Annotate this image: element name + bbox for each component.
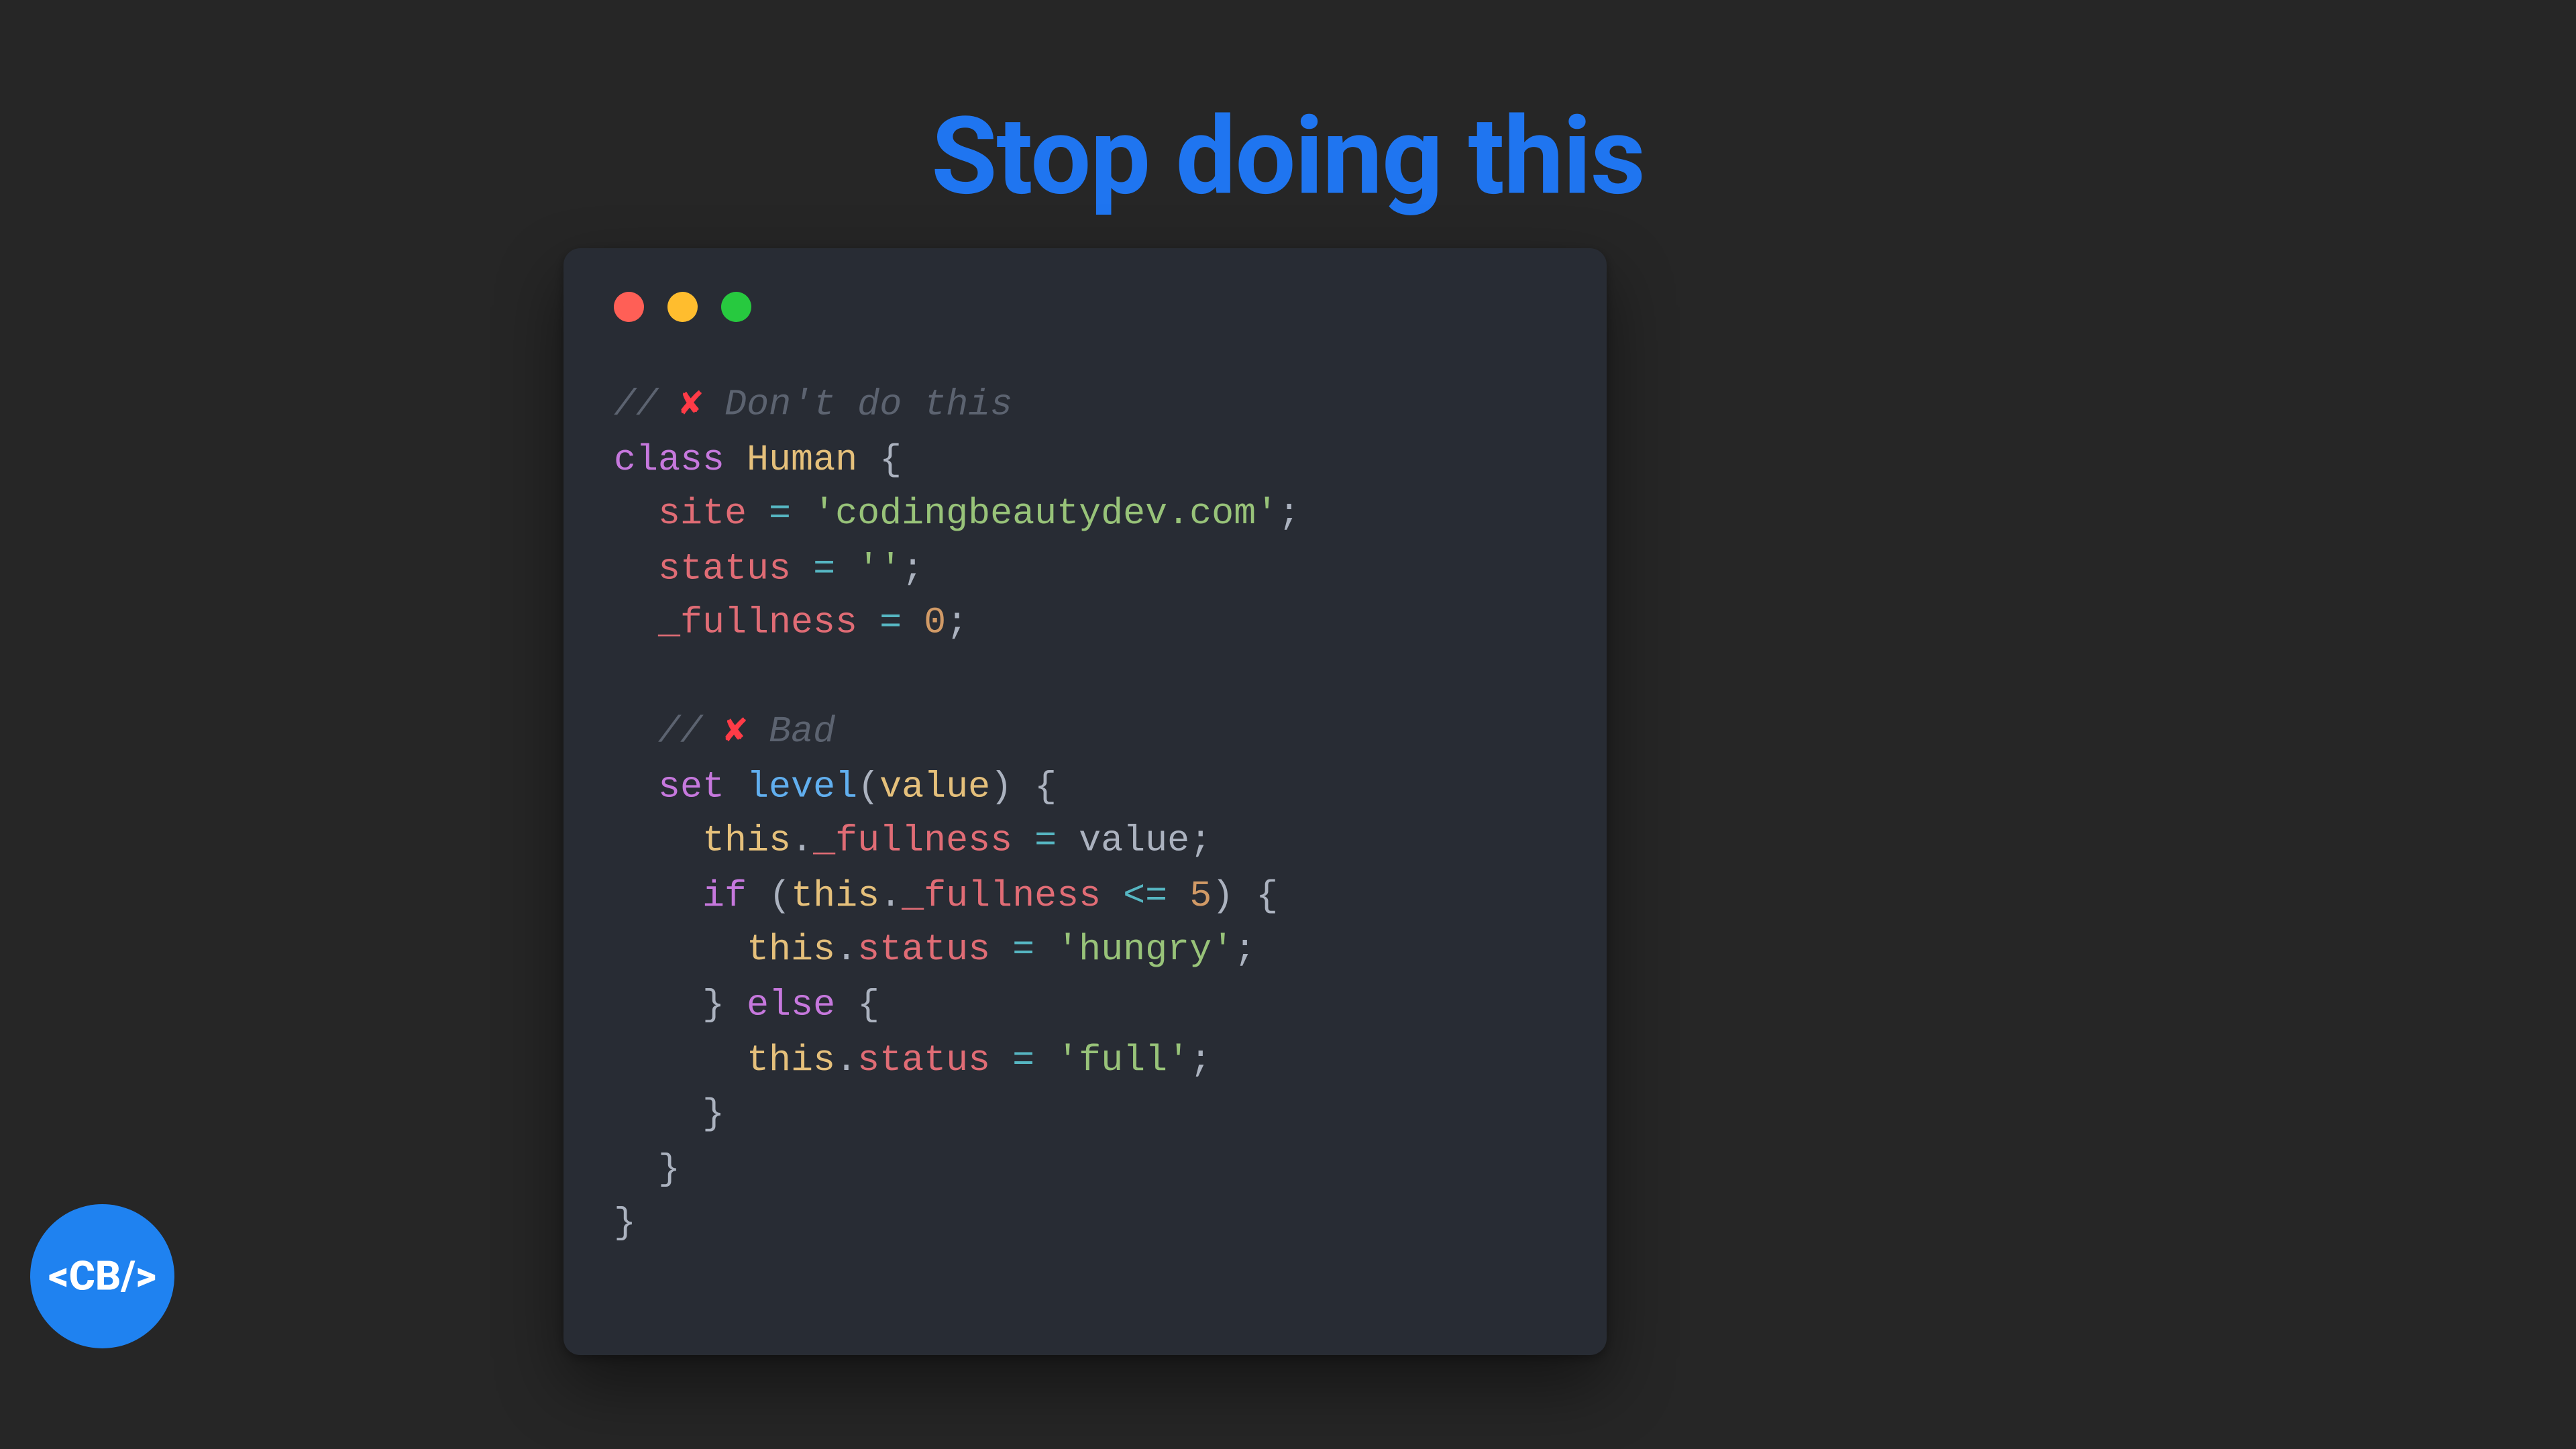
code-operator: <=	[1123, 875, 1167, 918]
code-param: value	[879, 766, 990, 808]
code-keyword: set	[658, 766, 724, 808]
cross-icon: ✘	[724, 712, 747, 754]
traffic-red-icon	[614, 292, 644, 322]
code-string: 'codingbeautydev.com'	[813, 493, 1278, 535]
code-field: _fullness	[658, 602, 857, 645]
brand-logo-text: <CB/>	[48, 1253, 156, 1300]
window-traffic-lights	[614, 292, 1556, 322]
code-comment: // ✘ Bad	[658, 712, 835, 754]
code-string: 'full'	[1057, 1039, 1189, 1081]
code-number: 5	[1189, 875, 1212, 918]
code-block: // ✘ Don't do this class Human { site = …	[614, 379, 1556, 1252]
code-field: site	[658, 493, 747, 535]
code-this: this	[702, 820, 791, 863]
code-number: 0	[924, 602, 946, 645]
code-comment: // ✘ Don't do this	[614, 384, 1012, 427]
brand-logo: <CB/>	[30, 1204, 174, 1348]
code-keyword: else	[747, 985, 835, 1027]
code-keyword: class	[614, 439, 724, 481]
code-classname: Human	[747, 439, 857, 481]
cross-icon: ✘	[680, 384, 702, 427]
slide-heading: Stop doing this	[0, 94, 2576, 220]
code-setter-name: level	[747, 766, 857, 808]
traffic-green-icon	[721, 292, 751, 322]
code-window: // ✘ Don't do this class Human { site = …	[564, 248, 1607, 1355]
code-string: ''	[857, 548, 902, 590]
code-string: 'hungry'	[1057, 930, 1234, 972]
traffic-yellow-icon	[667, 292, 698, 322]
code-keyword: if	[702, 875, 747, 918]
code-field: status	[658, 548, 791, 590]
